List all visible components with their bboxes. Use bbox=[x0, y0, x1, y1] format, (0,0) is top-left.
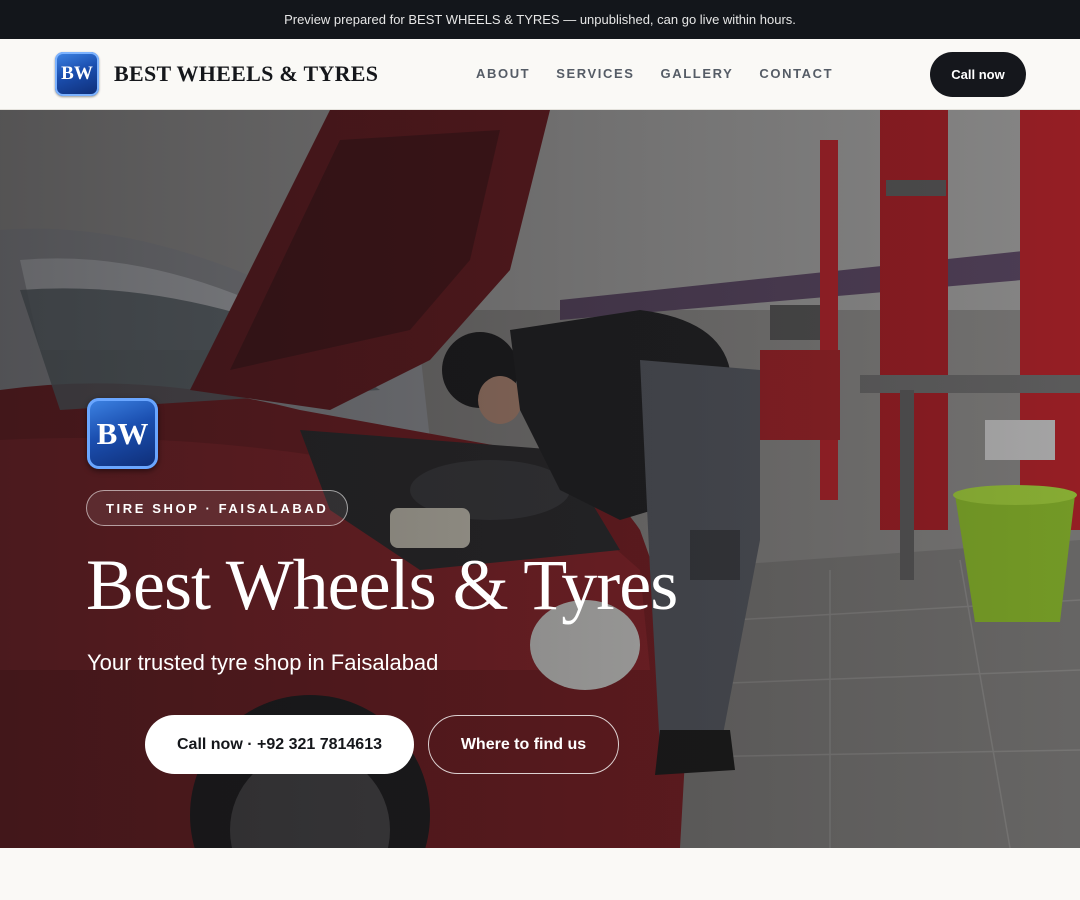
hero-tag: TIRE SHOP · FAISALABAD bbox=[86, 490, 349, 526]
nav-contact[interactable]: CONTACT bbox=[759, 66, 833, 81]
preview-banner: Preview prepared for BEST WHEELS & TYRES… bbox=[0, 0, 1080, 39]
main-nav: ABOUT SERVICES GALLERY CONTACT bbox=[476, 66, 833, 81]
logo-badge[interactable]: BW bbox=[55, 52, 99, 96]
next-section bbox=[0, 848, 1080, 900]
nav-about[interactable]: ABOUT bbox=[476, 66, 530, 81]
hero-logo-badge: BW bbox=[87, 398, 158, 469]
nav-services[interactable]: SERVICES bbox=[556, 66, 634, 81]
site-header: BW BEST WHEELS & TYRES ABOUT SERVICES GA… bbox=[0, 39, 1080, 110]
preview-banner-text: Preview prepared for BEST WHEELS & TYRES… bbox=[284, 12, 796, 27]
find-us-button[interactable]: Where to find us bbox=[428, 715, 619, 774]
brand-name[interactable]: BEST WHEELS & TYRES bbox=[114, 61, 378, 87]
call-phone-button[interactable]: Call now · +92 321 7814613 bbox=[145, 715, 414, 774]
hero-title: Best Wheels & Tyres bbox=[86, 545, 678, 625]
nav-gallery[interactable]: GALLERY bbox=[661, 66, 734, 81]
call-now-button[interactable]: Call now bbox=[930, 52, 1026, 97]
hero-subtitle: Your trusted tyre shop in Faisalabad bbox=[87, 650, 439, 675]
hero-section: BW TIRE SHOP · FAISALABAD Best Wheels & … bbox=[0, 110, 1080, 848]
